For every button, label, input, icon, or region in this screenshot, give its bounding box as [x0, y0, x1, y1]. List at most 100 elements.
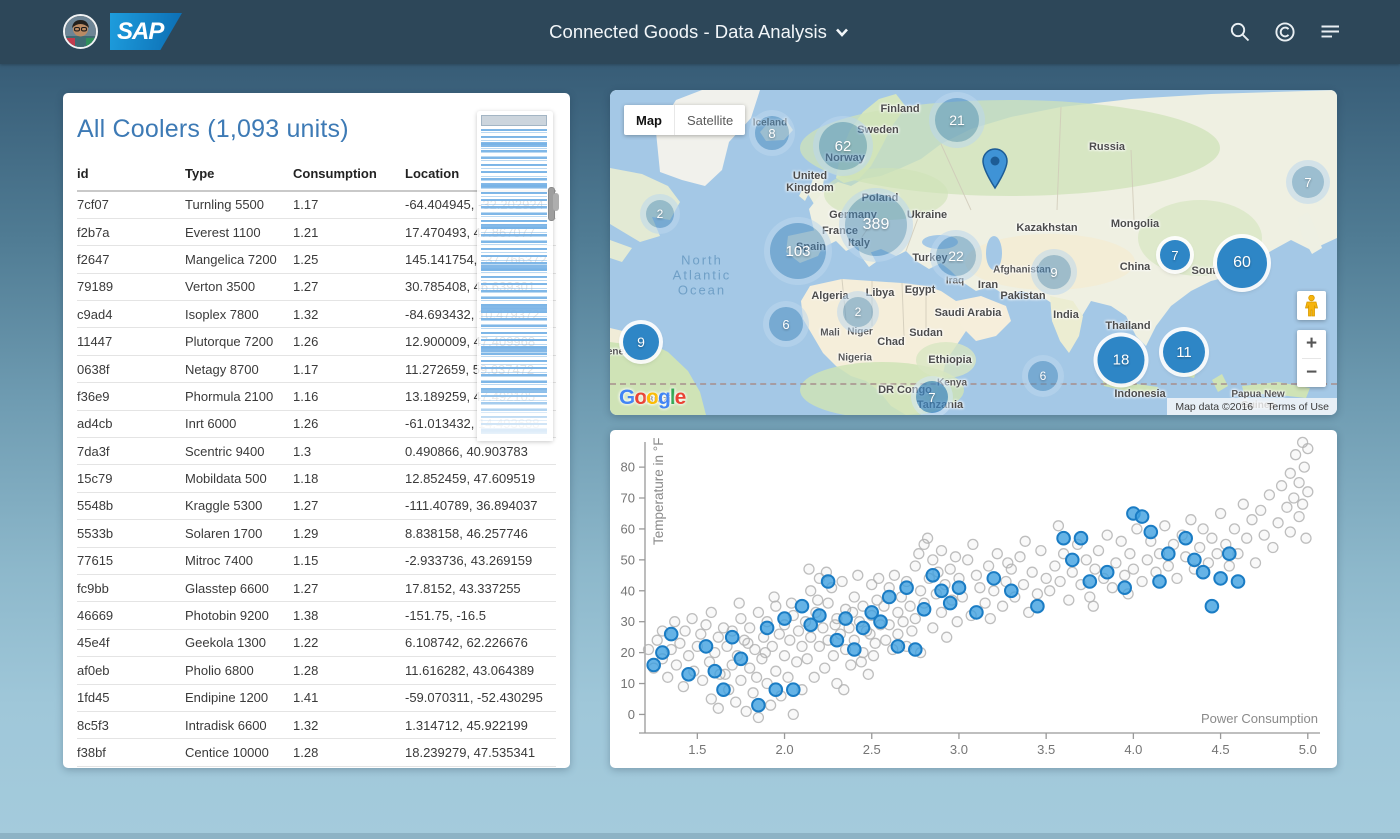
scatter-point-gray[interactable] — [909, 560, 921, 572]
scatter-point-gray[interactable] — [705, 693, 717, 705]
scatter-point-gray[interactable] — [1049, 560, 1061, 572]
zoom-out-button[interactable]: − — [1297, 359, 1326, 387]
scatter-point-selected[interactable] — [986, 571, 1002, 586]
scatter-point-gray[interactable] — [750, 671, 763, 683]
scatter-point-gray[interactable] — [1017, 578, 1030, 591]
scatter-point-gray[interactable] — [880, 634, 892, 646]
table-row[interactable]: 5533b Solaren 1700 1.29 8.838158, 46.257746 — [77, 519, 556, 548]
scatter-point-gray[interactable] — [819, 662, 831, 674]
scatter-point-gray[interactable] — [1293, 510, 1305, 523]
scatter-point-selected[interactable] — [1187, 552, 1202, 568]
scatter-point-gray[interactable] — [949, 551, 962, 563]
scatter-point-selected[interactable] — [759, 620, 775, 636]
scatter-point-gray[interactable] — [1237, 498, 1249, 510]
scatter-point-gray[interactable] — [827, 650, 840, 662]
map-cluster-60[interactable]: 60 — [1217, 238, 1267, 288]
map-cluster-8[interactable]: 8 — [755, 116, 789, 150]
scatter-point-gray[interactable] — [838, 684, 850, 696]
scatter-point-selected[interactable] — [899, 580, 914, 595]
table-row[interactable]: 45e4f Geekola 1300 1.22 6.108742, 62.226676 — [77, 629, 556, 658]
scatter-point-gray[interactable] — [742, 637, 754, 649]
scatter-point-gray[interactable] — [1246, 514, 1258, 526]
scatter-point-gray[interactable] — [906, 625, 918, 637]
scatter-point-gray[interactable] — [759, 646, 771, 659]
scatter-point-selected[interactable] — [1073, 530, 1089, 546]
scatter-point-gray[interactable] — [733, 597, 745, 609]
scatter-point-gray[interactable] — [1185, 514, 1197, 526]
scatter-point-selected[interactable] — [1134, 509, 1150, 524]
satellite-button[interactable]: Satellite — [674, 105, 745, 135]
scatter-point-selected[interactable] — [820, 574, 836, 589]
scatter-point-selected[interactable] — [1195, 564, 1211, 580]
scatter-point-selected[interactable] — [724, 629, 740, 645]
scatter-point-selected[interactable] — [1230, 574, 1246, 589]
scatter-point-gray[interactable] — [700, 619, 712, 631]
scatter-point-gray[interactable] — [1066, 566, 1078, 578]
scatter-point-selected[interactable] — [890, 639, 906, 654]
map-cluster-2[interactable]: 2 — [843, 297, 873, 327]
scatter-point-selected[interactable] — [1178, 530, 1194, 546]
scatter-point-gray[interactable] — [1298, 461, 1310, 473]
scatter-point-gray[interactable] — [1080, 554, 1092, 566]
scatter-point-gray[interactable] — [642, 643, 655, 656]
scatter-point-selected[interactable] — [786, 682, 801, 698]
c-circle-icon[interactable] — [1273, 20, 1297, 44]
scatter-point-gray[interactable] — [791, 656, 803, 668]
scatter-point-gray[interactable] — [803, 563, 815, 575]
table-row[interactable]: af0eb Pholio 6800 1.28 11.616282, 43.064389 — [77, 656, 556, 685]
scatter-point-gray[interactable] — [979, 597, 991, 609]
scatter-point-selected[interactable] — [934, 583, 949, 599]
scatter-point-gray[interactable] — [869, 637, 881, 649]
scatter-point-gray[interactable] — [695, 628, 707, 640]
scatter-point-gray[interactable] — [740, 705, 752, 718]
scatter-point-gray[interactable] — [829, 619, 841, 631]
map-cluster-7[interactable]: 7 — [1160, 240, 1190, 270]
google-logo[interactable]: Google — [619, 386, 686, 410]
scatter-point-gray[interactable] — [1302, 442, 1314, 455]
scatter-point-gray[interactable] — [1026, 566, 1038, 578]
scatter-point-gray[interactable] — [967, 538, 979, 551]
scatter-point-gray[interactable] — [1267, 541, 1279, 554]
scatter-point-gray[interactable] — [770, 600, 782, 612]
scatter-point-gray[interactable] — [1263, 489, 1276, 501]
scatter-point-gray[interactable] — [1275, 480, 1288, 492]
scatter-point-gray[interactable] — [1089, 563, 1101, 575]
scatter-point-gray[interactable] — [1214, 507, 1227, 520]
scatter-point-selected[interactable] — [681, 667, 696, 682]
map-cluster-21[interactable]: 21 — [935, 98, 979, 142]
scatter-point-selected[interactable] — [1004, 583, 1019, 599]
scatter-point-gray[interactable] — [808, 671, 820, 683]
map-cluster-7[interactable]: 7 — [1292, 166, 1324, 198]
scatter-point-gray[interactable] — [679, 625, 691, 637]
scatter-point-selected[interactable] — [1099, 564, 1115, 580]
table-row[interactable]: 1fd45 Endipine 1200 1.41 -59.070311, -52.43… — [77, 684, 556, 712]
scatter-point-selected[interactable] — [925, 568, 941, 583]
map-cluster-2[interactable]: 2 — [646, 200, 674, 228]
scatter-point-gray[interactable] — [1035, 544, 1047, 557]
scatter-point-gray[interactable] — [674, 637, 686, 649]
table-row[interactable]: fc9bb Glasstep 6600 1.27 17.8152, 43.337255 — [77, 574, 556, 603]
scatter-point-gray[interactable] — [862, 668, 874, 680]
scatter-point-gray[interactable] — [982, 560, 995, 572]
scatter-point-gray[interactable] — [686, 612, 698, 625]
scatter-point-gray[interactable] — [1211, 548, 1223, 560]
scatter-point-selected[interactable] — [733, 651, 749, 667]
scatter-point-gray[interactable] — [1044, 585, 1056, 597]
map-cluster-9[interactable]: 9 — [623, 324, 659, 360]
scatter-point-gray[interactable] — [1249, 557, 1262, 569]
table-row[interactable]: 5548b Kraggle 5300 1.27 -111.40789, 36.8940… — [77, 492, 556, 521]
scatter-point-gray[interactable] — [897, 616, 909, 628]
map-pin-marker[interactable] — [982, 148, 1008, 190]
scatter-point-selected[interactable] — [942, 595, 958, 611]
scatter-point-gray[interactable] — [1171, 572, 1183, 585]
scatter-point-gray[interactable] — [1293, 476, 1305, 489]
scatter-point-selected[interactable] — [777, 611, 792, 626]
scatter-point-selected[interactable] — [1065, 552, 1080, 568]
scatter-point-gray[interactable] — [944, 563, 956, 575]
scatter-point-selected[interactable] — [1082, 574, 1098, 589]
scatter-point-selected[interactable] — [838, 611, 853, 626]
scatter-point-gray[interactable] — [909, 612, 921, 625]
scatter-point-gray[interactable] — [705, 606, 717, 619]
scatter-point-gray[interactable] — [805, 585, 817, 597]
scatter-point-gray[interactable] — [1284, 467, 1296, 479]
